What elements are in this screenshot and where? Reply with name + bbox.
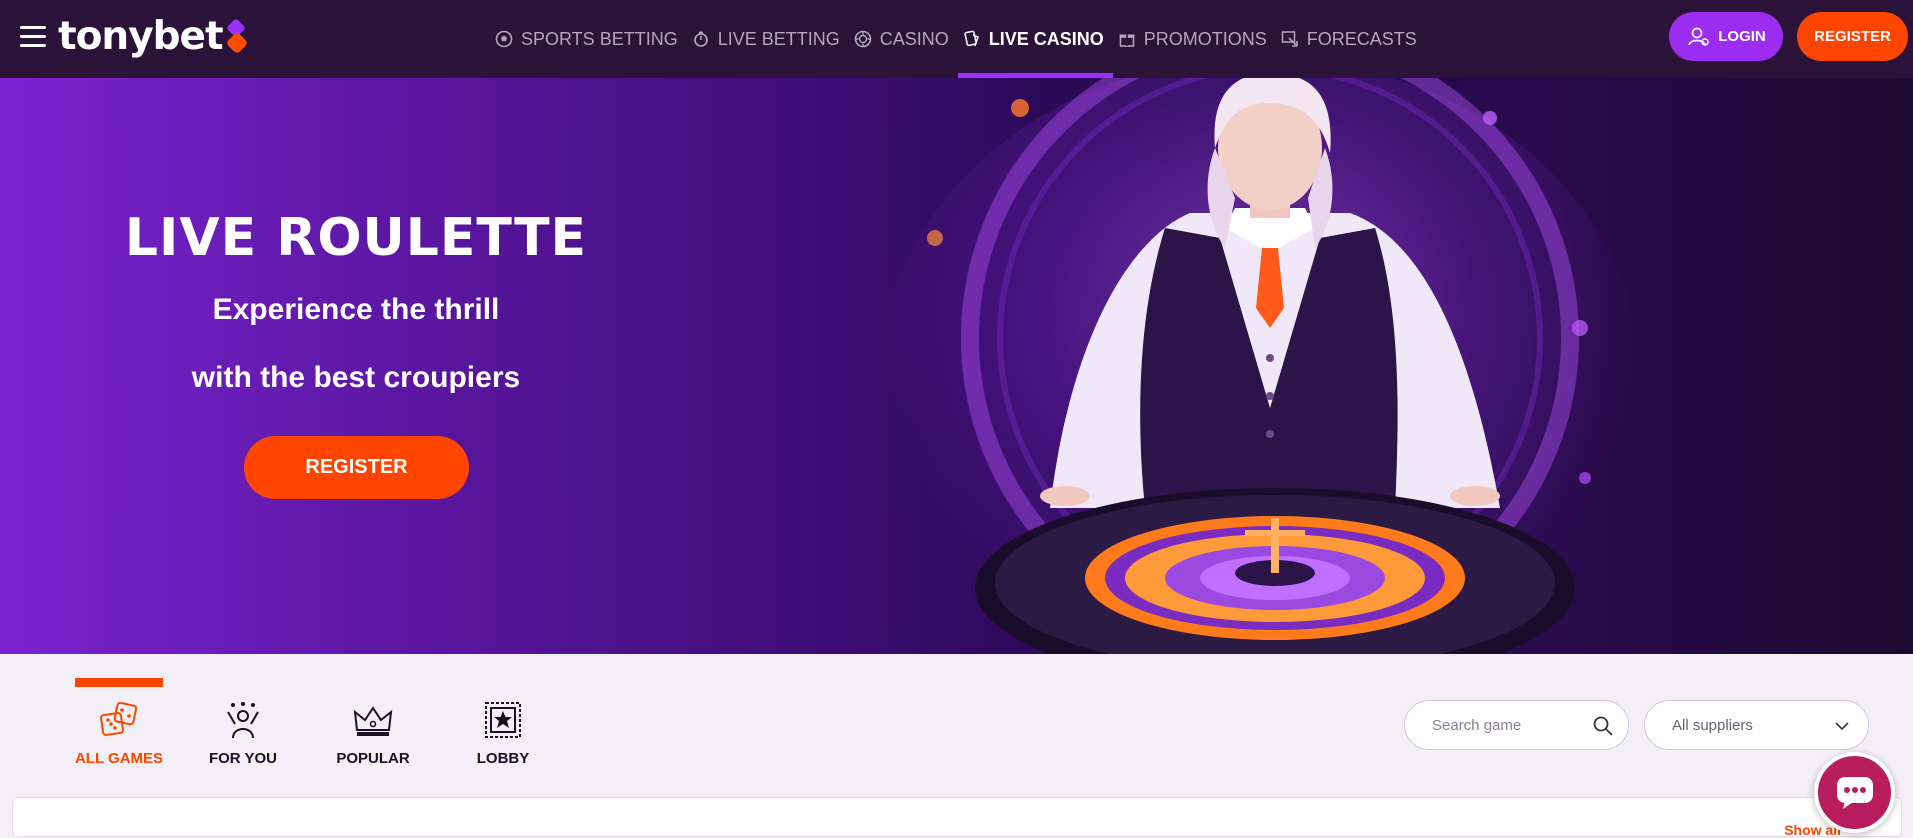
category-tabs: ALL GAMES FOR YOU POPULAR LOBBY [60,678,568,778]
login-button[interactable]: LOGIN [1669,12,1783,61]
casino-chip-icon [853,29,873,49]
nav-label: SPORTS BETTING [521,28,678,49]
tab-label: POPULAR [336,750,410,767]
top-header: tonybet SPORTS BETTING LIVE BETTING CASI… [0,0,1913,78]
nav-label: LIVE BETTING [717,28,840,49]
tab-lobby[interactable]: LOBBY [438,678,568,778]
tab-popular[interactable]: POPULAR [308,678,438,778]
nav-label: PROMOTIONS [1143,28,1267,49]
user-icon [1686,25,1710,49]
hero-register-button[interactable]: REGISTER [244,436,469,499]
login-label: LOGIN [1718,28,1766,45]
crown-icon [353,700,393,740]
nav-label: LIVE CASINO [988,28,1104,49]
main-nav: SPORTS BETTING LIVE BETTING CASINO LIVE … [490,0,1426,78]
logo-text: tonybet [58,13,224,59]
supplier-selected: All suppliers [1672,716,1753,734]
chat-bubble-icon [1835,775,1875,811]
nav-sports-betting[interactable]: SPORTS BETTING [490,0,687,78]
tab-label: ALL GAMES [74,750,164,767]
search-input[interactable] [1432,716,1582,734]
logo-mark-icon [225,18,249,55]
celebrating-person-icon [223,700,263,740]
nav-promotions[interactable]: PROMOTIONS [1113,0,1276,78]
nav-forecasts[interactable]: FORECASTS [1276,0,1426,78]
croupier-roulette-illustration [927,78,1591,654]
tab-all-games[interactable]: ALL GAMES [60,678,178,778]
register-button-header[interactable]: REGISTER [1797,12,1908,61]
search-box[interactable] [1404,700,1629,750]
nav-live-betting[interactable]: LIVE BETTING [687,0,849,78]
dice-icon [99,700,139,740]
search-icon[interactable] [1592,715,1614,737]
stopwatch-icon [691,29,711,49]
tonybet-logo[interactable]: tonybet [58,13,249,59]
chat-button[interactable] [1814,752,1895,833]
nav-live-casino[interactable]: LIVE CASINO [957,0,1113,78]
ticket-star-icon [483,700,523,740]
nav-casino[interactable]: CASINO [849,0,958,78]
gift-icon [1117,29,1137,49]
tab-for-you[interactable]: FOR YOU [178,678,308,778]
tab-label: FOR YOU [208,750,278,767]
games-panel: Show all [12,797,1902,838]
chevron-down-icon [1834,718,1850,734]
nav-label: CASINO [879,28,949,49]
hero-banner: LIVE ROULETTE Experience the thrill with… [0,78,1913,654]
cards-icon [962,29,982,49]
forecast-icon [1280,29,1300,49]
hamburger-menu-icon[interactable] [20,26,46,48]
hero-title: LIVE ROULETTE [124,208,588,268]
hero-subtitle-line2: with the best croupiers [191,361,521,394]
tab-label: LOBBY [476,750,530,767]
hero-subtitle-line1: Experience the thrill [212,293,500,326]
nav-label: FORECASTS [1306,28,1417,49]
supplier-dropdown[interactable]: All suppliers [1644,700,1869,750]
soccer-ball-icon [494,29,514,49]
